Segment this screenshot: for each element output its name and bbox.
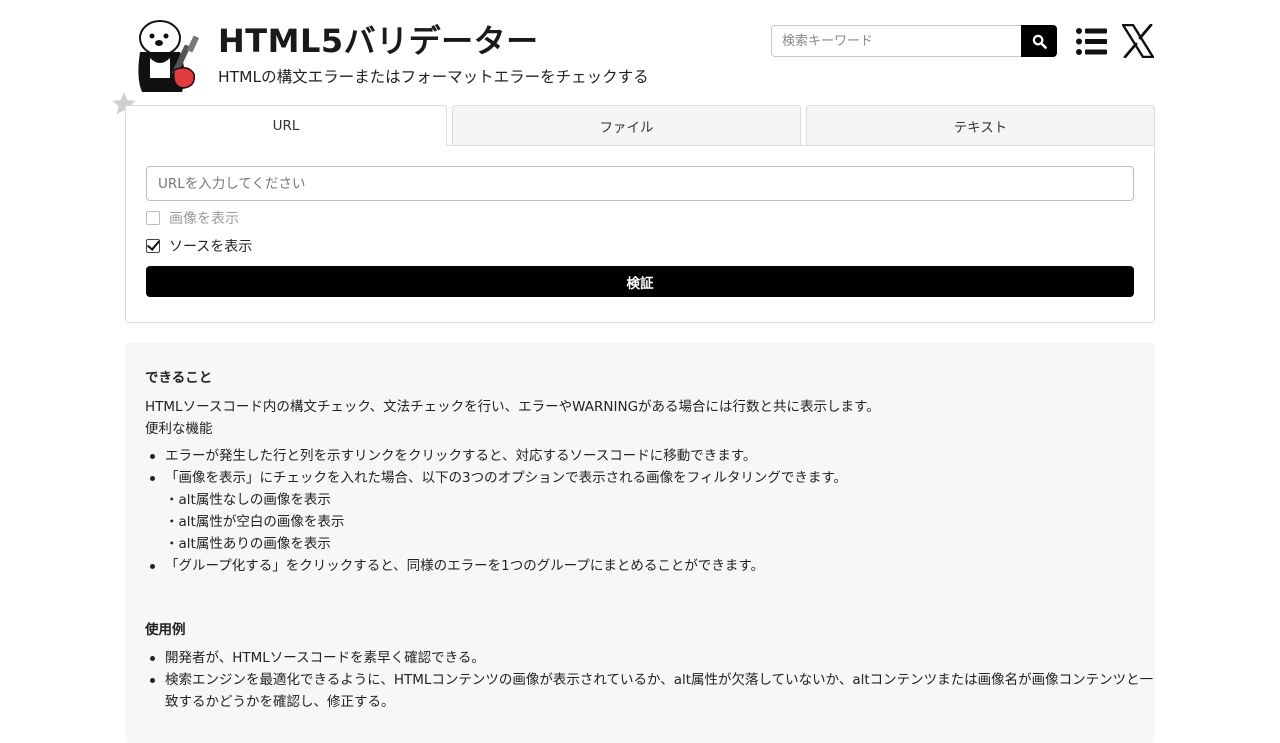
can-do-heading: できること (145, 370, 213, 386)
features-list: エラーが発生した行と列を示すリンクをクリックすると、対応するソースコードに移動で… (145, 445, 1155, 577)
image-option-item: ・alt属性ありの画像を表示 (165, 536, 331, 552)
can-do-text: HTMLソースコード内の構文チェック、文法チェックを行い、エラーやWARNING… (145, 399, 880, 415)
url-input[interactable] (146, 166, 1134, 201)
list-item: 「画像を表示」にチェックを入れた場合、以下の3つのオプションで表示される画像をフ… (150, 467, 1155, 489)
image-option-item: ・alt属性なしの画像を表示 (165, 492, 331, 508)
show-images-label: 画像を表示 (169, 211, 239, 227)
search-button[interactable] (1021, 25, 1057, 57)
menu-list-icon[interactable] (1075, 26, 1109, 58)
show-source-box[interactable] (146, 239, 160, 253)
otter-logo[interactable] (130, 18, 204, 92)
search-icon (1032, 34, 1047, 49)
tab-file[interactable]: ファイル (452, 105, 801, 146)
image-option-item: ・alt属性が空白の画像を表示 (165, 514, 345, 530)
features-label: 便利な機能 (145, 421, 213, 437)
show-images-checkbox[interactable]: 画像を表示 (146, 208, 239, 228)
show-source-label: ソースを表示 (169, 239, 253, 255)
show-images-box[interactable] (146, 211, 160, 225)
search-input[interactable] (771, 25, 1021, 57)
usage-heading: 使用例 (145, 622, 186, 638)
usage-list: 開発者が、HTMLソースコードを素早く確認できる。 検索エンジンを最適化できるよ… (145, 647, 1155, 713)
list-item: エラーが発生した行と列を示すリンクをクリックすると、対応するソースコードに移動で… (150, 445, 1155, 467)
list-item: 「グループ化する」をクリックすると、同様のエラーを1つのグループにまとめることが… (150, 555, 1155, 577)
validator-panel: URL ファイル テキスト 画像を表示 ソースを表示 検証 (125, 105, 1155, 323)
site-title: HTML5バリデーター (218, 22, 539, 60)
list-item: 開発者が、HTMLソースコードを素早く確認できる。 (150, 647, 1155, 669)
site-header: HTML5バリデーター HTMLの構文エラーまたはフォーマットエラーをチェックす… (125, 14, 1155, 94)
url-tab-panel: 画像を表示 ソースを表示 検証 (125, 145, 1155, 323)
list-item: 検索エンジンを最適化できるように、HTMLコンテンツの画像が表示されているか、a… (150, 669, 1155, 713)
x-logo-icon[interactable] (1122, 24, 1154, 58)
site-subtitle: HTMLの構文エラーまたはフォーマットエラーをチェックする (218, 68, 649, 86)
info-section: できること HTMLソースコード内の構文チェック、文法チェックを行い、エラーやW… (125, 343, 1155, 743)
show-source-checkbox[interactable]: ソースを表示 (146, 236, 252, 256)
validate-button[interactable]: 検証 (146, 266, 1134, 297)
tab-text[interactable]: テキスト (806, 105, 1155, 146)
tab-url[interactable]: URL (125, 105, 447, 146)
